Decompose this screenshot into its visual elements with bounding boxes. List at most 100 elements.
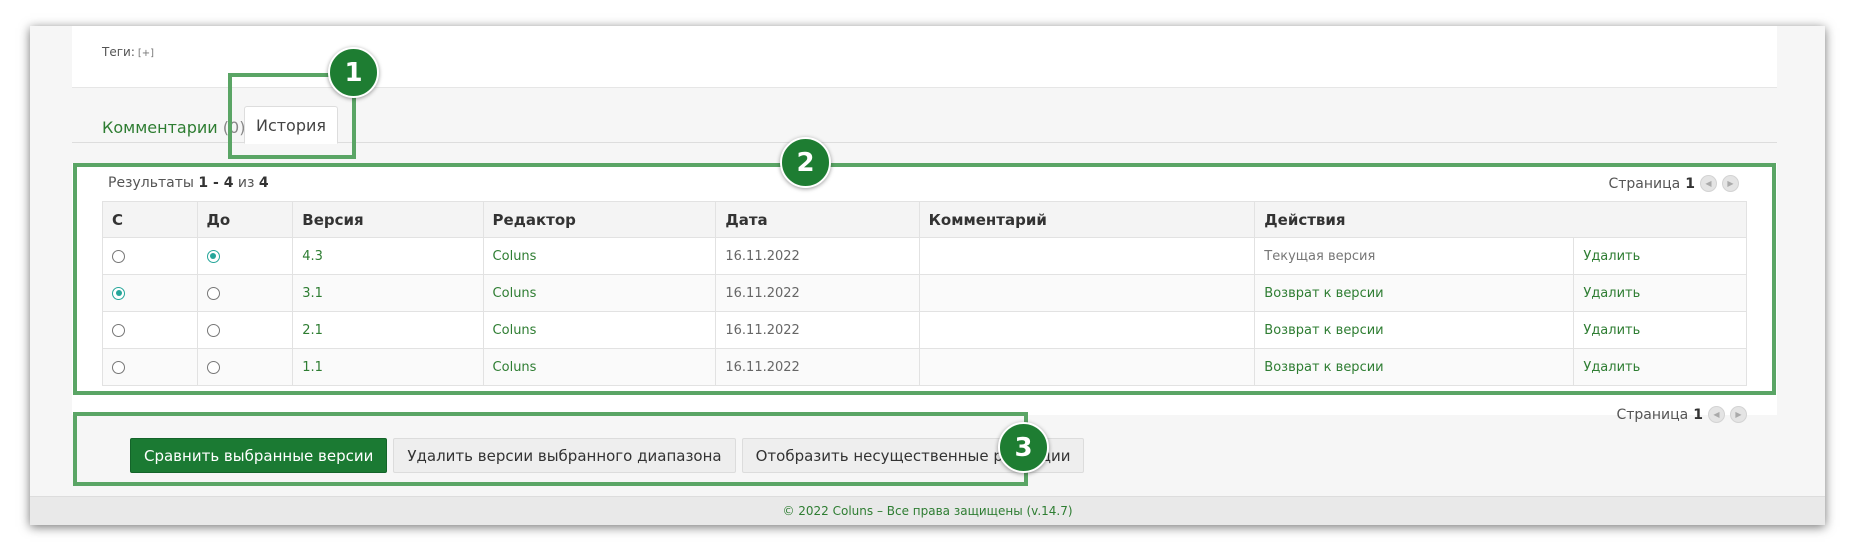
prev-page-icon[interactable]: ◀ bbox=[1708, 406, 1725, 423]
col-to-header: До bbox=[196, 201, 294, 238]
pager-bottom: Страница 1 ◀ ▶ bbox=[1616, 406, 1747, 423]
from-radio-cell bbox=[102, 348, 198, 386]
col-version-header: Версия bbox=[292, 201, 484, 238]
col-date-header: Дата bbox=[715, 201, 920, 238]
date-cell: 16.11.2022 bbox=[715, 237, 920, 275]
app-window: Теги: [+] Комментарии (0) История Результ… bbox=[30, 26, 1825, 525]
add-tag-link[interactable]: [+] bbox=[138, 48, 154, 59]
revert-version-link[interactable]: Возврат к версии bbox=[1264, 286, 1383, 301]
history-results-panel: Результаты 1 - 4 из 4 Страница 1 ◀ ▶ С Д… bbox=[72, 163, 1777, 415]
comment-cell bbox=[918, 237, 1256, 275]
from-radio-cell bbox=[102, 237, 198, 275]
tab-comments-label: Комментарии bbox=[102, 118, 218, 137]
editor-link[interactable]: Coluns bbox=[493, 286, 537, 301]
revert-version-link[interactable]: Возврат к версии bbox=[1264, 360, 1383, 375]
current-version-label: Текущая версия bbox=[1254, 237, 1575, 275]
results-of: из bbox=[237, 175, 255, 191]
to-radio-cell bbox=[196, 237, 294, 275]
from-radio-cell bbox=[102, 311, 198, 349]
table-row: 4.3 Coluns 16.11.2022 Текущая версия Удалить bbox=[102, 237, 1747, 275]
date-cell: 16.11.2022 bbox=[715, 348, 920, 386]
delete-version-link[interactable]: Удалить bbox=[1583, 249, 1640, 264]
tab-history[interactable]: История bbox=[244, 106, 338, 144]
history-actions: Сравнить выбранные версии Удалить версии… bbox=[130, 438, 1085, 473]
delete-cell: Удалить bbox=[1573, 348, 1747, 386]
col-editor-header: Редактор bbox=[482, 201, 717, 238]
to-radio-cell bbox=[196, 348, 294, 386]
to-radio[interactable] bbox=[206, 249, 220, 263]
pager-label: Страница bbox=[1616, 406, 1689, 423]
delete-cell: Удалить bbox=[1573, 311, 1747, 349]
editor-link[interactable]: Coluns bbox=[493, 360, 537, 375]
tags-panel: Теги: [+] bbox=[72, 26, 1777, 88]
tags-label: Теги: bbox=[102, 45, 135, 59]
results-summary: Результаты 1 - 4 из 4 bbox=[108, 175, 269, 191]
prev-page-icon[interactable]: ◀ bbox=[1700, 175, 1717, 192]
from-radio[interactable] bbox=[112, 323, 125, 337]
next-page-icon[interactable]: ▶ bbox=[1730, 406, 1747, 423]
results-range: 1 - 4 bbox=[198, 175, 234, 191]
pager-label: Страница bbox=[1608, 175, 1681, 192]
delete-version-link[interactable]: Удалить bbox=[1583, 360, 1640, 375]
callout-badge-1: 1 bbox=[328, 47, 379, 98]
callout-badge-3: 3 bbox=[998, 422, 1049, 473]
comment-cell bbox=[918, 274, 1256, 312]
delete-cell: Удалить bbox=[1573, 237, 1747, 275]
tab-comments[interactable]: Комментарии (0) bbox=[102, 118, 245, 137]
version-cell: 4.3 bbox=[292, 237, 484, 275]
date-cell: 16.11.2022 bbox=[715, 274, 920, 312]
tags-row: Теги: [+] bbox=[102, 45, 154, 59]
editor-cell: Coluns bbox=[482, 311, 717, 349]
editor-cell: Coluns bbox=[482, 274, 717, 312]
col-from-header: С bbox=[102, 201, 198, 238]
to-radio-cell bbox=[196, 311, 294, 349]
version-cell: 1.1 bbox=[292, 348, 484, 386]
version-link[interactable]: 4.3 bbox=[302, 249, 323, 264]
history-table: С До Версия Редактор Дата Комментарий Де… bbox=[102, 201, 1747, 386]
editor-cell: Coluns bbox=[482, 348, 717, 386]
pager-current-page: 1 bbox=[1685, 175, 1695, 192]
to-radio[interactable] bbox=[206, 323, 220, 337]
table-row: 3.1 Coluns 16.11.2022 Возврат к версии Удали… bbox=[102, 274, 1747, 312]
from-radio-cell bbox=[102, 274, 198, 312]
version-cell: 2.1 bbox=[292, 311, 484, 349]
version-link[interactable]: 2.1 bbox=[302, 323, 323, 338]
table-row: 1.1 Coluns 16.11.2022 Возврат к версии Удали… bbox=[102, 348, 1747, 386]
from-radio[interactable] bbox=[112, 360, 125, 374]
version-link[interactable]: 3.1 bbox=[302, 286, 323, 301]
to-radio[interactable] bbox=[206, 286, 220, 300]
table-header-row: С До Версия Редактор Дата Комментарий Де… bbox=[102, 201, 1747, 238]
from-radio[interactable] bbox=[112, 286, 125, 300]
delete-range-button[interactable]: Удалить версии выбранного диапазона bbox=[393, 438, 736, 473]
results-prefix: Результаты bbox=[108, 175, 194, 191]
pager-top: Страница 1 ◀ ▶ bbox=[1608, 175, 1739, 192]
comment-cell bbox=[918, 311, 1256, 349]
delete-version-link[interactable]: Удалить bbox=[1583, 323, 1640, 338]
revert-version-link[interactable]: Возврат к версии bbox=[1264, 323, 1383, 338]
editor-link[interactable]: Coluns bbox=[493, 249, 537, 264]
comments-count: (0) bbox=[222, 118, 246, 137]
footer: © 2022 Coluns – Все права защищены (v.14… bbox=[30, 496, 1825, 525]
from-radio[interactable] bbox=[112, 249, 125, 263]
tab-bar: Комментарии (0) История bbox=[72, 102, 1777, 144]
next-page-icon[interactable]: ▶ bbox=[1722, 175, 1739, 192]
version-cell: 3.1 bbox=[292, 274, 484, 312]
comment-cell bbox=[918, 348, 1256, 386]
editor-link[interactable]: Coluns bbox=[493, 323, 537, 338]
action-cell: Возврат к версии bbox=[1254, 274, 1575, 312]
to-radio-cell bbox=[196, 274, 294, 312]
action-cell: Возврат к версии bbox=[1254, 348, 1575, 386]
callout-badge-2: 2 bbox=[780, 137, 831, 188]
table-row: 2.1 Coluns 16.11.2022 Возврат к версии Удали… bbox=[102, 311, 1747, 349]
col-comment-header: Комментарий bbox=[918, 201, 1256, 238]
pager-current-page: 1 bbox=[1693, 406, 1703, 423]
compare-versions-button[interactable]: Сравнить выбранные версии bbox=[130, 438, 388, 473]
action-cell: Возврат к версии bbox=[1254, 311, 1575, 349]
version-link[interactable]: 1.1 bbox=[302, 360, 323, 375]
editor-cell: Coluns bbox=[482, 237, 717, 275]
col-actions-header: Действия bbox=[1254, 201, 1747, 238]
to-radio[interactable] bbox=[206, 360, 220, 374]
date-cell: 16.11.2022 bbox=[715, 311, 920, 349]
delete-cell: Удалить bbox=[1573, 274, 1747, 312]
delete-version-link[interactable]: Удалить bbox=[1583, 286, 1640, 301]
